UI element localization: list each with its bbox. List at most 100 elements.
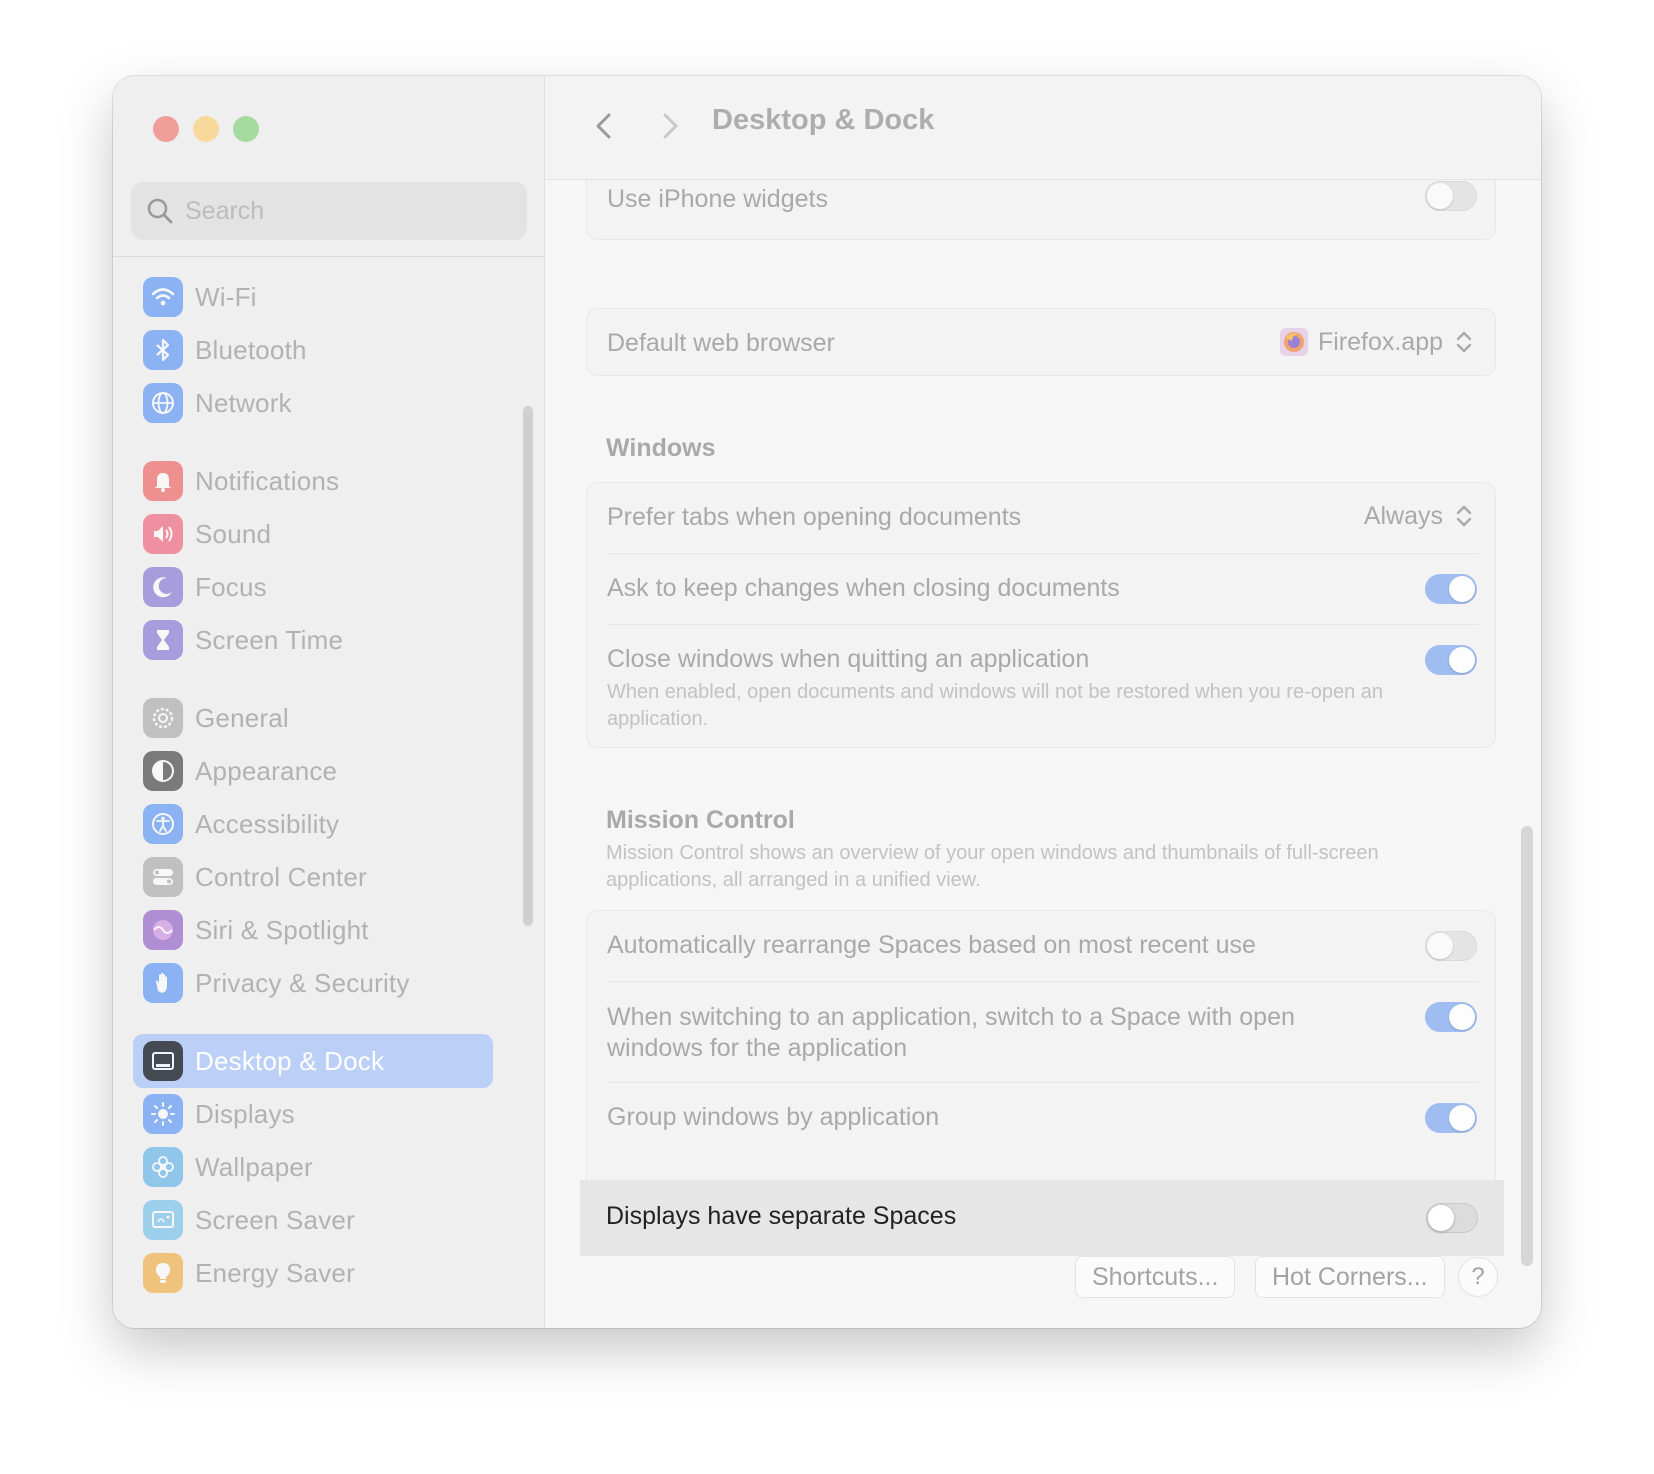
sidebar-item-focus[interactable]: Focus [133, 560, 493, 614]
separate-spaces-row: Displays have separate Spaces [580, 1180, 1504, 1256]
search-input[interactable] [185, 182, 505, 240]
sidebar-item-label: Bluetooth [195, 334, 307, 365]
siri-icon [143, 910, 183, 950]
group-windows-row: Group windows by application [587, 1083, 1497, 1153]
sidebar-item-label: Wi-Fi [195, 281, 257, 312]
default-browser-label: Default web browser [607, 329, 835, 357]
sidebar-item-label: Desktop & Dock [195, 1045, 385, 1076]
sidebar-item-notifications[interactable]: Notifications [133, 454, 493, 508]
sidebar-item-label: Notifications [195, 465, 340, 496]
separate-spaces-toggle[interactable] [1426, 1203, 1478, 1233]
close-windows-label: Close windows when quitting an applicati… [607, 645, 1090, 673]
toolbar: Desktop & Dock [546, 76, 1541, 180]
main-scrollbar[interactable] [1521, 826, 1533, 1266]
shortcuts-button[interactable]: Shortcuts... [1075, 1256, 1236, 1298]
main-pane: Desktop & Dock Use iPhone widgets Defaul… [546, 76, 1541, 1328]
sidebar-item-label: Focus [195, 571, 267, 602]
sidebar-item-wallpaper[interactable]: Wallpaper [133, 1140, 493, 1194]
window-controls [153, 116, 259, 142]
control-center-icon [143, 857, 183, 897]
sidebar-scrollbar[interactable] [523, 406, 533, 926]
sidebar-item-label: Sound [195, 518, 272, 549]
flower-icon [143, 1147, 183, 1187]
switch-space-label: When switching to an application, switch… [607, 1003, 1295, 1062]
rearrange-spaces-label: Automatically rearrange Spaces based on … [607, 931, 1256, 959]
ask-keep-changes-row: Ask to keep changes when closing documen… [587, 554, 1497, 624]
ask-keep-changes-label: Ask to keep changes when closing documen… [607, 574, 1120, 602]
close-window-button[interactable] [153, 116, 179, 142]
sidebar-item-siri-spotlight[interactable]: Siri & Spotlight [133, 903, 493, 957]
search-field[interactable] [131, 182, 527, 240]
windows-card: Prefer tabs when opening documents Alway… [586, 482, 1496, 748]
default-browser-popup[interactable]: Firefox.app [1279, 327, 1475, 357]
switch-space-toggle[interactable] [1425, 1002, 1477, 1032]
close-windows-row: Close windows when quitting an applicati… [587, 625, 1497, 749]
rearrange-spaces-toggle[interactable] [1425, 931, 1477, 961]
sidebar: Wi-Fi Bluetooth Network Notifications Sound F… [113, 76, 545, 1328]
sidebar-item-sound[interactable]: Sound [133, 507, 493, 561]
sidebar-item-label: General [195, 702, 289, 733]
sidebar-item-label: Screen Time [195, 624, 344, 655]
sidebar-item-energy-saver[interactable]: Energy Saver [133, 1246, 493, 1300]
hourglass-icon [143, 620, 183, 660]
sidebar-item-appearance[interactable]: Appearance [133, 744, 493, 798]
page-title: Desktop & Dock [712, 104, 935, 136]
group-windows-label: Group windows by application [607, 1103, 940, 1131]
search-icon [147, 198, 173, 224]
dock-icon [143, 1041, 183, 1081]
sidebar-item-label: Accessibility [195, 808, 340, 839]
sidebar-item-label: Wallpaper [195, 1151, 313, 1182]
rearrange-spaces-row: Automatically rearrange Spaces based on … [587, 911, 1497, 981]
iphone-widgets-toggle[interactable] [1425, 181, 1477, 211]
popup-chevron-icon [1456, 505, 1472, 527]
hand-icon [143, 963, 183, 1003]
sun-icon [143, 1094, 183, 1134]
sidebar-item-network[interactable]: Network [133, 376, 493, 430]
sidebar-item-accessibility[interactable]: Accessibility [133, 797, 493, 851]
sidebar-item-screen-saver[interactable]: Screen Saver [133, 1193, 493, 1247]
mission-control-card: Automatically rearrange Spaces based on … [586, 910, 1496, 1222]
accessibility-icon [143, 804, 183, 844]
sidebar-item-label: Appearance [195, 755, 338, 786]
default-browser-value: Firefox.app [1317, 327, 1443, 356]
wifi-icon [143, 277, 183, 317]
zoom-window-button[interactable] [233, 116, 259, 142]
sidebar-item-privacy-security[interactable]: Privacy & Security [133, 956, 493, 1010]
close-windows-toggle[interactable] [1425, 645, 1477, 675]
browser-card: Default web browser Firefox.app [586, 308, 1496, 376]
help-button[interactable]: ? [1458, 1257, 1498, 1297]
globe-icon [143, 383, 183, 423]
sidebar-item-label: Screen Saver [195, 1204, 355, 1235]
bulb-icon [143, 1253, 183, 1293]
prefer-tabs-label: Prefer tabs when opening documents [607, 503, 1022, 531]
widgets-card: Use iPhone widgets [586, 180, 1496, 240]
sidebar-item-wi-fi[interactable]: Wi-Fi [133, 270, 493, 324]
sidebar-item-label: Siri & Spotlight [195, 914, 369, 945]
gear-icon [143, 698, 183, 738]
mission-control-description: Mission Control shows an overview of you… [606, 842, 1379, 891]
speaker-icon [143, 514, 183, 554]
group-windows-toggle[interactable] [1425, 1103, 1477, 1133]
prefer-tabs-popup[interactable]: Always [1364, 501, 1475, 531]
sidebar-item-label: Energy Saver [195, 1257, 355, 1288]
back-chevron-icon[interactable] [586, 108, 622, 144]
sidebar-item-control-center[interactable]: Control Center [133, 850, 493, 904]
bluetooth-icon [143, 330, 183, 370]
minimize-window-button[interactable] [193, 116, 219, 142]
switch-space-row: When switching to an application, switch… [587, 982, 1497, 1082]
ask-keep-changes-toggle[interactable] [1425, 574, 1477, 604]
bell-icon [143, 461, 183, 501]
iphone-widgets-row: Use iPhone widgets [587, 181, 1497, 241]
default-browser-row: Default web browser Firefox.app [587, 309, 1497, 377]
forward-chevron-icon[interactable] [652, 108, 688, 144]
sidebar-item-label: Network [195, 387, 292, 418]
hot-corners-button[interactable]: Hot Corners... [1255, 1256, 1445, 1298]
sidebar-item-label: Displays [195, 1098, 295, 1129]
sidebar-item-bluetooth[interactable]: Bluetooth [133, 323, 493, 377]
sidebar-item-displays[interactable]: Displays [133, 1087, 493, 1141]
iphone-widgets-label: Use iPhone widgets [607, 185, 828, 213]
sidebar-item-general[interactable]: General [133, 691, 493, 745]
sidebar-item-screen-time[interactable]: Screen Time [133, 613, 493, 667]
sidebar-item-desktop-dock[interactable]: Desktop & Dock [133, 1034, 493, 1088]
popup-chevron-icon [1456, 331, 1472, 353]
